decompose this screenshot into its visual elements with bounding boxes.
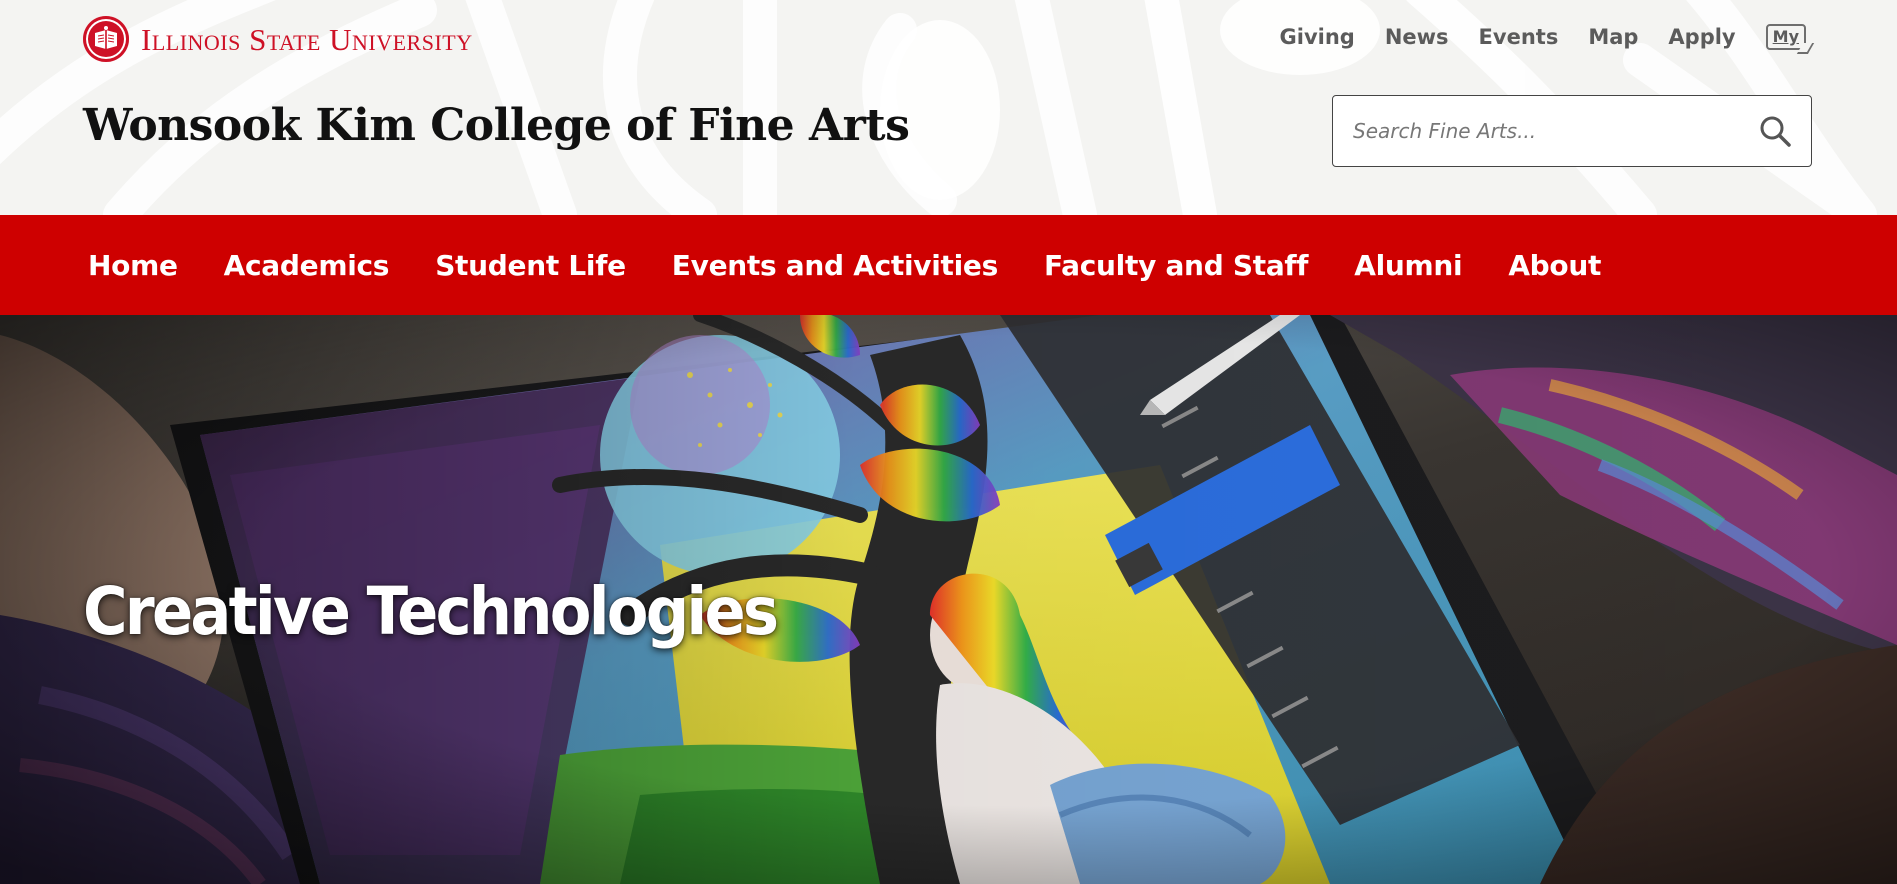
main-nav: Home Academics Student Life Events and A…	[0, 215, 1897, 315]
site-header: Illinois State University Wonsook Kim Co…	[0, 0, 1897, 215]
nav-item-home[interactable]: Home	[88, 249, 178, 282]
utility-nav: Giving News Events Map Apply My	[1280, 24, 1806, 50]
search-input[interactable]	[1351, 118, 1755, 144]
nav-item-alumni[interactable]: Alumni	[1354, 249, 1462, 282]
utility-link-map[interactable]: Map	[1588, 25, 1638, 49]
nav-item-faculty-and-staff[interactable]: Faculty and Staff	[1044, 249, 1309, 282]
isu-seal-icon	[83, 16, 129, 62]
hero-banner: Creative Technologies	[0, 315, 1897, 884]
utility-link-events[interactable]: Events	[1479, 25, 1559, 49]
utility-link-apply[interactable]: Apply	[1668, 25, 1735, 49]
college-title: Wonsook Kim College of Fine Arts	[83, 100, 910, 151]
search-icon[interactable]	[1755, 111, 1795, 151]
hero-title: Creative Technologies	[83, 573, 779, 650]
search-form	[1332, 95, 1812, 167]
university-name: Illinois State University	[141, 21, 473, 57]
utility-link-news[interactable]: News	[1385, 25, 1449, 49]
my-isu-icon[interactable]: My	[1765, 24, 1806, 50]
nav-item-academics[interactable]: Academics	[224, 249, 390, 282]
nav-item-events-and-activities[interactable]: Events and Activities	[672, 249, 998, 282]
nav-item-about[interactable]: About	[1508, 249, 1601, 282]
nav-item-student-life[interactable]: Student Life	[435, 249, 626, 282]
university-logo-link[interactable]: Illinois State University	[83, 16, 473, 62]
utility-link-giving[interactable]: Giving	[1280, 25, 1355, 49]
